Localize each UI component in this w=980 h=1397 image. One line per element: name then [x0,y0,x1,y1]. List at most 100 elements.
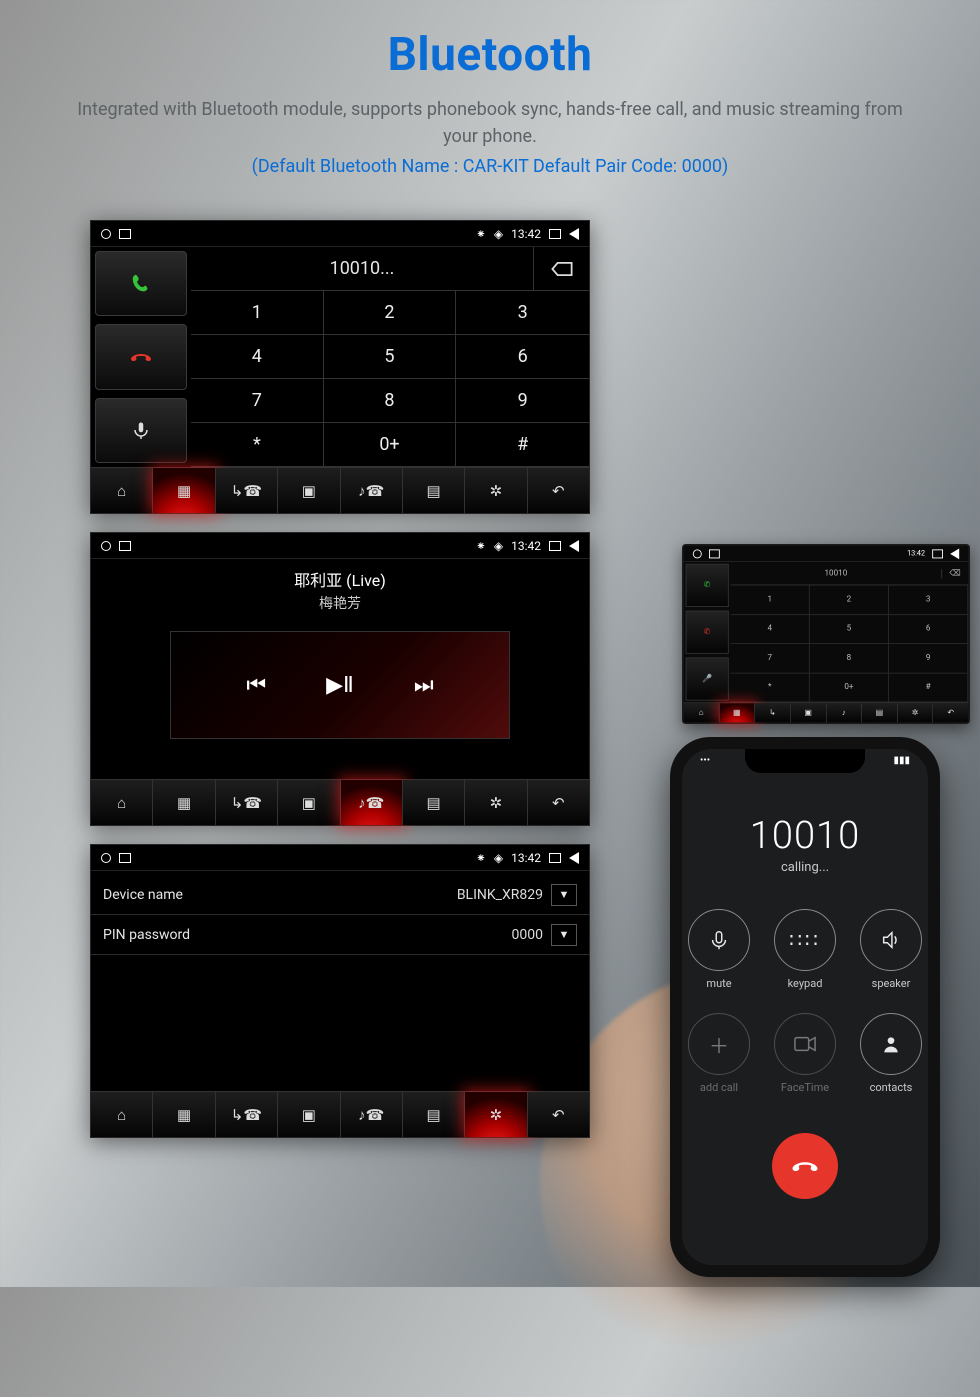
history-tab[interactable]: ▤ [403,780,465,825]
end-call-button[interactable] [772,1133,838,1199]
music-tab[interactable]: ♪☎ [341,1092,403,1137]
home-tab[interactable]: ⌂ [684,703,720,722]
music-tab[interactable]: ♪☎ [341,780,403,825]
settings-tab[interactable]: ✲ [465,780,527,825]
key-2[interactable]: 2 [810,585,889,614]
speaker-button[interactable]: speaker [857,909,925,999]
recent-apps-icon[interactable] [549,541,561,551]
device-name-dropdown[interactable]: ▼ [551,884,577,906]
key-2[interactable]: 2 [324,291,457,335]
callin-tab[interactable]: ↳☎ [216,468,278,513]
page-subtitle: Integrated with Bluetooth module, suppor… [0,96,980,150]
key-star[interactable]: * [191,423,324,467]
keypad-tab[interactable]: ▦ [719,703,755,722]
key-4[interactable]: 4 [731,615,810,644]
call-button[interactable]: ✆ [686,564,729,607]
dialed-number: 10010 [731,569,942,578]
key-0[interactable]: 0+ [810,673,889,702]
key-3[interactable]: 3 [456,291,589,335]
recent-apps-icon[interactable] [932,549,943,558]
keypad-button[interactable]: ∷∷ keypad [771,909,839,999]
clock-text: 13:42 [511,227,541,241]
keypad-tab[interactable]: ▦ [153,468,215,513]
key-0[interactable]: 0+ [324,423,457,467]
keypad-tab[interactable]: ▦ [153,780,215,825]
addcall-button[interactable]: ＋ add call [685,1013,753,1103]
facetime-button[interactable]: FaceTime [771,1013,839,1103]
key-8[interactable]: 8 [810,644,889,673]
key-1[interactable]: 1 [191,291,324,335]
contacts-button[interactable]: contacts [857,1013,925,1103]
key-5[interactable]: 5 [324,335,457,379]
play-pause-button[interactable]: ▶Ⅱ [326,673,354,698]
home-tab[interactable]: ⌂ [91,780,153,825]
key-7[interactable]: 7 [731,644,810,673]
music-panel: ⁕ ◈ 13:42 耶利亚 (Live) 梅艳芳 ⏮ ▶Ⅱ ⏭ ⌂ ▦ ↳☎ ▣… [90,532,590,826]
phonebook-tab[interactable]: ▣ [278,1092,340,1137]
key-1[interactable]: 1 [731,585,810,614]
settings-panel: ⁕ ◈ 13:42 Device name BLINK_XR829 ▼ PIN … [90,844,590,1138]
key-6[interactable]: 6 [456,335,589,379]
settings-tab[interactable]: ✲ [465,468,527,513]
callin-tab[interactable]: ↳☎ [216,1092,278,1137]
keypad-tab[interactable]: ▦ [153,1092,215,1137]
next-track-button[interactable]: ⏭ [414,673,434,698]
key-5[interactable]: 5 [810,615,889,644]
promo-header: Bluetooth Integrated with Bluetooth modu… [0,0,980,177]
key-9[interactable]: 9 [456,379,589,423]
back-nav-icon[interactable] [950,548,959,559]
key-6[interactable]: 6 [889,615,968,644]
dialer-bottombar: ⌂ ▦ ↳☎ ▣ ♪☎ ▤ ✲ ↶ [91,467,589,513]
key-8[interactable]: 8 [324,379,457,423]
pin-value: 0000 [512,927,543,943]
music-tab[interactable]: ♪☎ [341,468,403,513]
key-9[interactable]: 9 [889,644,968,673]
back-nav-icon[interactable] [569,540,579,552]
history-tab[interactable]: ▤ [403,468,465,513]
device-name-label: Device name [103,887,457,903]
pin-dropdown[interactable]: ▼ [551,924,577,946]
hangup-button[interactable]: ✆ [686,611,729,654]
return-tab[interactable]: ↶ [528,468,589,513]
status-circle-icon [693,549,702,558]
return-tab[interactable]: ↶ [528,1092,589,1137]
phonebook-tab[interactable]: ▣ [278,780,340,825]
music-tab[interactable]: ♪ [826,703,862,722]
key-star[interactable]: * [731,673,810,702]
key-hash[interactable]: # [456,423,589,467]
history-tab[interactable]: ▤ [403,1092,465,1137]
backspace-button[interactable] [533,247,589,290]
return-tab[interactable]: ↶ [528,780,589,825]
prev-track-button[interactable]: ⏮ [246,673,266,698]
key-hash[interactable]: # [889,673,968,702]
mic-button[interactable] [95,398,187,463]
history-tab[interactable]: ▤ [862,703,898,722]
home-tab[interactable]: ⌂ [91,1092,153,1137]
back-nav-icon[interactable] [569,852,579,864]
phonebook-tab[interactable]: ▣ [278,468,340,513]
callin-tab[interactable]: ↳ [755,703,791,722]
status-circle-icon [101,853,111,863]
hangup-button[interactable] [95,324,187,389]
key-4[interactable]: 4 [191,335,324,379]
back-nav-icon[interactable] [569,228,579,240]
backspace-button[interactable]: ⌫ [941,569,968,578]
dial-keypad: 1 2 3 4 5 6 7 8 9 * 0+ # [731,585,969,702]
in-call-controls: mute ∷∷ keypad speaker ＋ add call FaceTi… [685,909,925,1103]
mute-button[interactable]: mute [685,909,753,999]
phonebook-tab[interactable]: ▣ [791,703,827,722]
settings-tab[interactable]: ✲ [898,703,934,722]
key-3[interactable]: 3 [889,585,968,614]
settings-tab[interactable]: ✲ [465,1092,527,1137]
callin-tab[interactable]: ↳☎ [216,780,278,825]
call-button[interactable] [95,251,187,316]
phone-in-hand: ••• ▮▮▮ 10010 calling... mute ∷∷ keypad … [670,737,940,1277]
return-tab[interactable]: ↶ [933,703,968,722]
recent-apps-icon[interactable] [549,853,561,863]
home-tab[interactable]: ⌂ [91,468,153,513]
mic-button[interactable]: 🎤 [686,657,729,700]
recent-apps-icon[interactable] [549,229,561,239]
key-7[interactable]: 7 [191,379,324,423]
status-bar: ⁕ ◈ 13:42 [91,221,589,247]
status-bar: ⁕ ◈ 13:42 [91,845,589,871]
